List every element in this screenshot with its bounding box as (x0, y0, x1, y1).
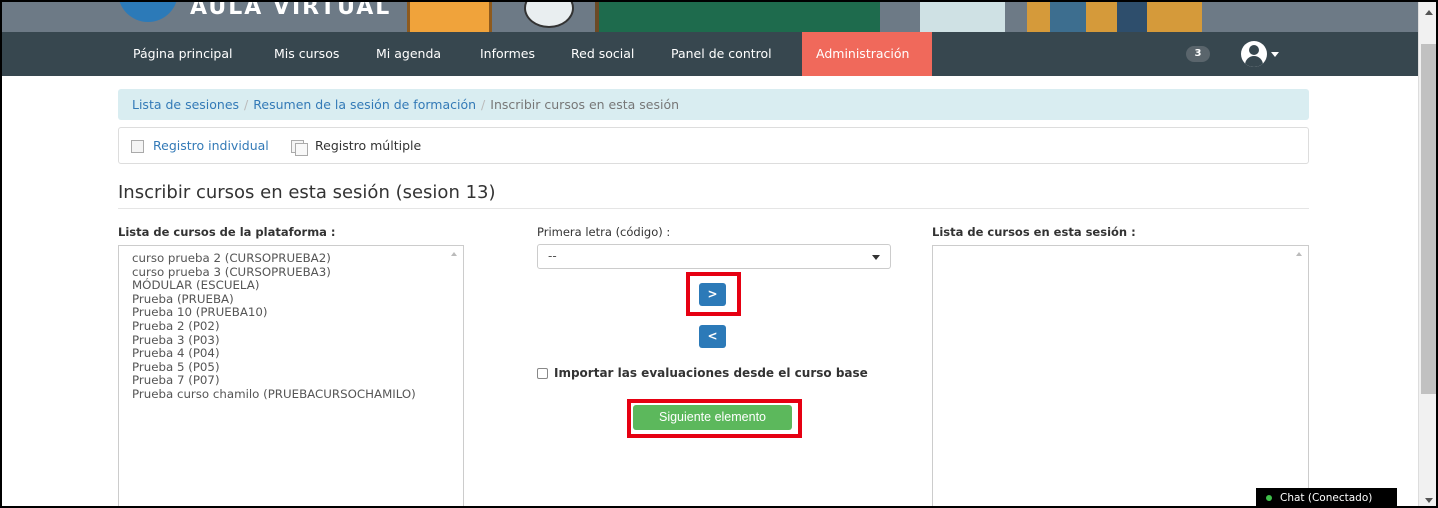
breadcrumb-item-session-summary[interactable]: Resumen de la sesión de formación (253, 97, 476, 112)
nav-item-agenda[interactable]: Mi agenda (362, 32, 455, 76)
nav-item-home[interactable]: Página principal (119, 32, 246, 76)
platform-courses-list[interactable]: curso prueba 2 (CURSOPRUEBA2) curso prue… (118, 245, 464, 506)
next-element-button[interactable]: Siguiente elemento (633, 405, 792, 430)
scroll-up-icon[interactable] (1425, 10, 1433, 15)
list-item[interactable]: Prueba 10 (PRUEBA10) (132, 306, 463, 320)
scroll-down-icon[interactable] (1425, 498, 1433, 503)
notification-badge[interactable]: 3 (1186, 46, 1210, 62)
list-item[interactable]: Prueba (PRUEBA) (132, 292, 463, 307)
action-toolbar: Registro individual Registro múltiple (118, 127, 1309, 164)
breadcrumb-separator: / (481, 97, 486, 112)
list-scroll-up-icon[interactable] (451, 252, 457, 256)
list-item[interactable]: Prueba 2 (P02) (132, 319, 463, 334)
banner-book-illustration (1117, 2, 1147, 32)
breadcrumb: Lista de sesiones / Resumen de la sesión d… (118, 89, 1309, 120)
import-evaluations-label[interactable]: Importar las evaluaciones desde el curso… (554, 366, 868, 380)
first-letter-value: -- (548, 249, 557, 263)
page-scrollbar[interactable] (1418, 2, 1436, 506)
scrollbar-thumb[interactable] (1421, 44, 1436, 394)
session-courses-list[interactable] (932, 245, 1309, 506)
first-letter-label: Primera letra (código) : (537, 225, 671, 239)
chat-status-text: Chat (Conectado) (1280, 492, 1373, 504)
banner-clock-illustration (524, 2, 574, 28)
logo-text: AULA VIRTUAL (190, 2, 392, 20)
remove-course-button[interactable]: < (699, 325, 726, 348)
platform-courses-label: Lista de cursos de la plataforma : (118, 225, 336, 239)
page-title: Inscribir cursos en esta sesión (sesion … (118, 182, 496, 203)
online-status-icon (1266, 495, 1272, 501)
session-courses-label: Lista de cursos en esta sesión : (932, 225, 1136, 239)
banner-book-illustration (1050, 2, 1086, 32)
list-item[interactable]: MÓDULAR (ESCUELA) (132, 279, 463, 293)
browser-frame: AULA VIRTUAL Página principal Mis cursos… (0, 0, 1438, 508)
list-item[interactable]: Prueba 7 (P07) (132, 374, 463, 388)
list-scroll-up-icon[interactable] (1296, 252, 1302, 256)
nav-item-social[interactable]: Red social (557, 32, 648, 76)
logo-icon (118, 2, 178, 22)
list-item[interactable]: Prueba curso chamilo (PRUEBACURSOCHAMILO… (132, 387, 463, 402)
first-letter-select[interactable]: -- (537, 244, 891, 269)
breadcrumb-separator: / (244, 97, 249, 112)
multiple-documents-icon[interactable] (291, 140, 308, 156)
list-item[interactable]: Prueba 4 (P04) (132, 347, 463, 361)
multiple-register-link[interactable]: Registro múltiple (315, 138, 421, 153)
header-banner: AULA VIRTUAL (2, 2, 1418, 32)
user-avatar-icon[interactable] (1241, 41, 1267, 67)
banner-chalkboard-illustration (595, 2, 880, 32)
banner-door-illustration (407, 2, 492, 32)
list-item[interactable]: curso prueba 2 (CURSOPRUEBA2) (132, 251, 463, 266)
chevron-down-icon[interactable] (1271, 52, 1279, 57)
chevron-down-icon (872, 255, 880, 260)
list-item[interactable]: Prueba 5 (P05) (132, 360, 463, 375)
add-course-button[interactable]: > (699, 283, 726, 306)
breadcrumb-item-session-list[interactable]: Lista de sesiones (132, 97, 239, 112)
chat-status-bar[interactable]: Chat (Conectado) (1256, 488, 1397, 506)
main-navbar: Página principal Mis cursos Mi agenda In… (2, 32, 1418, 76)
import-evaluations-checkbox[interactable] (537, 368, 548, 379)
nav-item-my-courses[interactable]: Mis cursos (260, 32, 353, 76)
list-item[interactable]: Prueba 3 (P03) (132, 333, 463, 348)
nav-item-administration[interactable]: Administración (802, 32, 932, 76)
nav-item-reports[interactable]: Informes (466, 32, 549, 76)
title-divider (118, 208, 1309, 209)
nav-item-dashboard[interactable]: Panel de control (657, 32, 786, 76)
single-document-icon[interactable] (131, 140, 144, 153)
single-register-link[interactable]: Registro individual (153, 138, 269, 153)
banner-shelf-illustration (920, 2, 1005, 32)
breadcrumb-item-current: Inscribir cursos en esta sesión (490, 97, 680, 112)
